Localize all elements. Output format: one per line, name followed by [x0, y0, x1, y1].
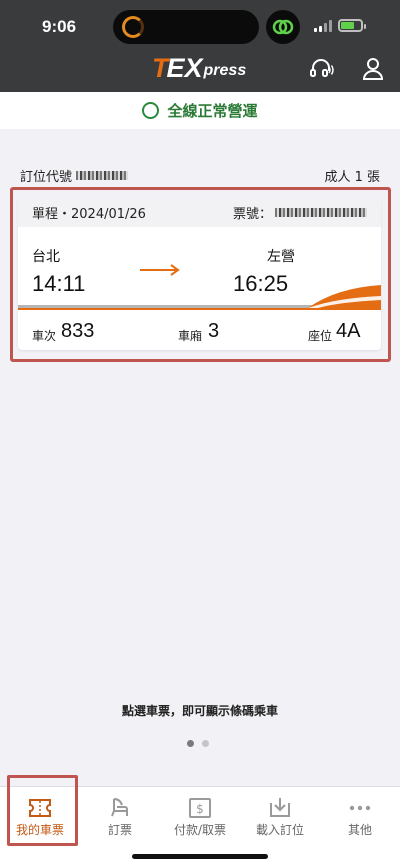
- battery-icon: [338, 19, 366, 32]
- payment-icon: $: [189, 798, 211, 818]
- from-station: 台北: [32, 249, 60, 265]
- tab-more[interactable]: 其他: [320, 787, 400, 851]
- service-status-text: 全線正常營運: [167, 102, 258, 120]
- seat-no: 4A: [336, 320, 361, 342]
- tab-label: 付款/取票: [173, 823, 227, 837]
- seat-icon: [111, 798, 128, 817]
- passenger-count: 成人 1 張: [324, 170, 380, 185]
- car-no: 3: [208, 320, 220, 342]
- download-icon: [270, 798, 290, 817]
- signal-icon: [314, 19, 332, 32]
- tab-label: 載入訂位: [255, 823, 304, 837]
- service-status: 全線正常營運: [0, 92, 400, 129]
- ticket-card[interactable]: 單程・2024/01/26 票號： 台北 14:11 左營 16:25 車次 8…: [18, 198, 381, 350]
- texpress-logo: T EX press: [152, 53, 247, 83]
- svg-text:$: $: [196, 802, 204, 816]
- page-indicator[interactable]: [187, 740, 209, 747]
- dynamic-island: [113, 10, 259, 44]
- train-no-label: 車次: [32, 329, 57, 343]
- train-graphic: [18, 285, 381, 310]
- app-header: 9:06 T EX press: [0, 0, 400, 92]
- ticket-card-header: 單程・2024/01/26 票號：: [18, 198, 381, 227]
- train-no: 833: [61, 320, 95, 342]
- booking-info-row: 訂位代號 成人 1 張: [20, 166, 380, 185]
- page-dot-1[interactable]: [187, 740, 194, 747]
- car-label: 車廂: [178, 329, 203, 343]
- status-icons: [314, 19, 366, 32]
- status-circle-icon: [142, 102, 160, 119]
- activity-ring-icon: [122, 16, 144, 38]
- to-station: 左營: [267, 249, 295, 265]
- home-indicator[interactable]: [132, 854, 268, 859]
- ticket-no-redacted: [275, 208, 367, 217]
- status-time: 9:06: [42, 17, 77, 36]
- trip-info: 單程・2024/01/26: [32, 207, 146, 222]
- tab-highlight-frame: [7, 775, 78, 846]
- pnr-label: 訂位代號: [20, 170, 73, 185]
- tab-booking[interactable]: 訂票: [80, 787, 160, 851]
- arrow-right-icon: [140, 264, 180, 276]
- barcode-hint: 點選車票，即可顯示條碼乘車: [121, 704, 278, 718]
- user-icon[interactable]: [360, 56, 386, 82]
- page-dot-2[interactable]: [202, 740, 209, 747]
- tab-label: 訂票: [107, 823, 132, 837]
- pnr-redacted: [76, 171, 129, 180]
- more-icon: [349, 805, 371, 811]
- tab-payment[interactable]: $ 付款/取票: [160, 787, 240, 851]
- link-icon: [266, 10, 300, 44]
- ticket-card-footer: 車次 833 車廂 3 座位 4A: [18, 318, 381, 350]
- headset-icon[interactable]: [308, 56, 334, 82]
- ticket-no-label: 票號：: [232, 207, 272, 222]
- tab-load-booking[interactable]: 載入訂位: [240, 787, 320, 851]
- tab-label: 其他: [347, 823, 372, 837]
- seat-label: 座位: [308, 329, 333, 343]
